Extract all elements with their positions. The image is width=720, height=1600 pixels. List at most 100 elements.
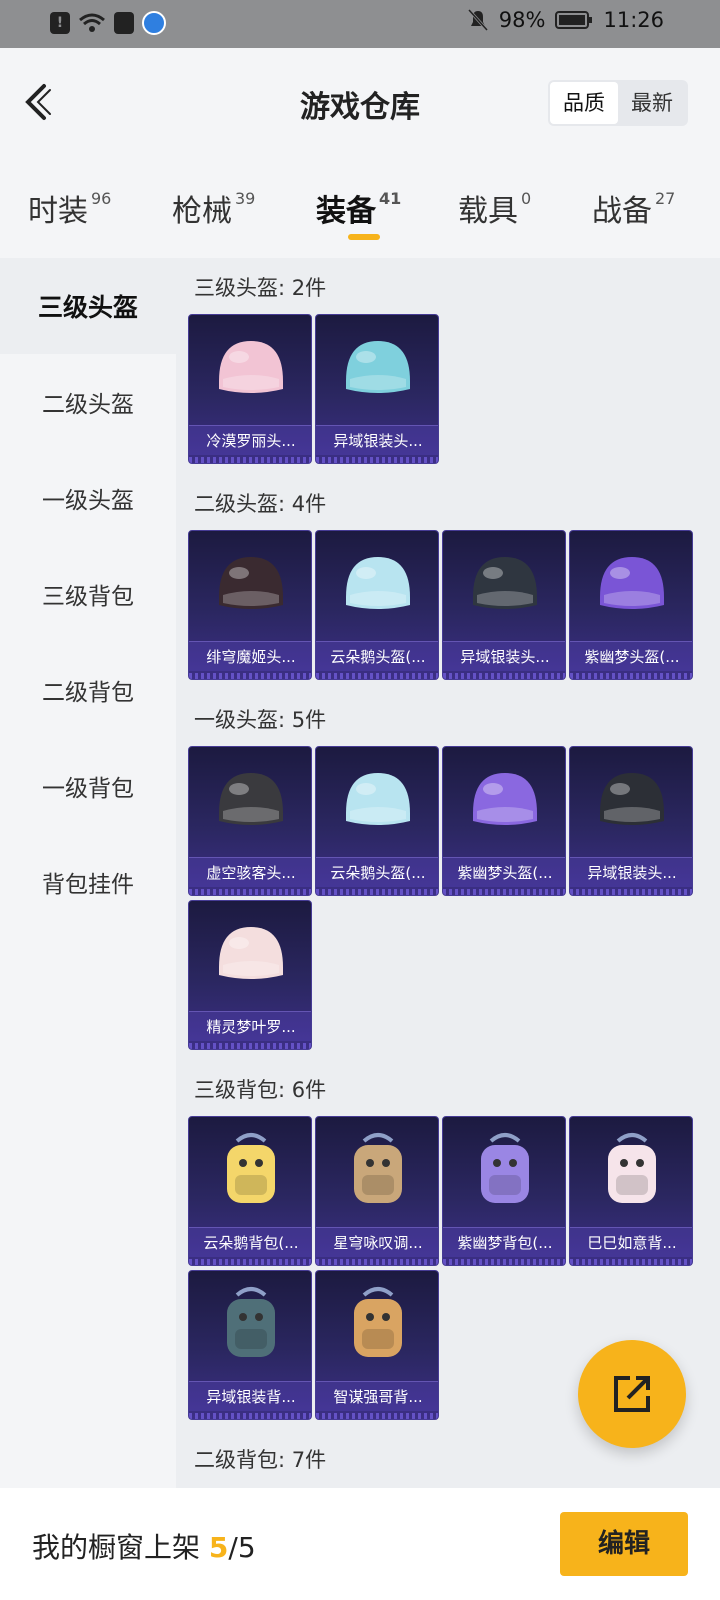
- helmet-icon: [473, 557, 537, 609]
- card-stripe: [189, 457, 311, 463]
- item-name: 绯穹魔姬头...: [189, 641, 311, 671]
- item-name: 精灵梦叶罗...: [189, 1011, 311, 1041]
- card-stripe: [316, 1259, 438, 1265]
- section-title: 二级背包: 7件: [194, 1448, 327, 1472]
- tab-label: 枪械: [172, 194, 232, 229]
- tab-label: 载具: [458, 194, 518, 229]
- card-stripe: [316, 457, 438, 463]
- section-title: 三级头盔: 2件: [194, 276, 327, 300]
- card-stripe: [443, 673, 565, 679]
- card-stripe: [189, 673, 311, 679]
- sort-newest-button[interactable]: 最新: [618, 82, 686, 124]
- mute-bell-icon: [467, 8, 488, 32]
- card-stripe: [316, 1413, 438, 1419]
- tab-guns[interactable]: 枪械 39: [172, 186, 255, 230]
- sort-quality-button[interactable]: 品质: [550, 82, 618, 124]
- item-card[interactable]: 异域银装背...: [188, 1270, 312, 1420]
- card-stripe: [189, 1043, 311, 1049]
- sidebar-item-backpack-charm[interactable]: 背包挂件: [0, 834, 176, 930]
- tab-supplies[interactable]: 战备 27: [592, 186, 675, 230]
- item-name: 云朵鹅头盔(...: [316, 857, 438, 887]
- item-card[interactable]: 冷漠罗丽头...: [188, 314, 312, 464]
- item-card[interactable]: 精灵梦叶罗...: [188, 900, 312, 1050]
- category-tabs: 时装 96 枪械 39 装备 41 载具 0 战备 27: [0, 158, 720, 258]
- tab-label: 时装: [28, 194, 88, 229]
- tab-count: 0: [521, 189, 532, 208]
- item-name: 虚空骇客头...: [189, 857, 311, 887]
- tab-count: 41: [379, 189, 402, 208]
- card-stripe: [570, 1259, 692, 1265]
- helmet-icon: [600, 773, 664, 825]
- backpack-icon: [481, 1133, 529, 1203]
- tab-equipment[interactable]: 装备 41: [316, 186, 401, 230]
- item-card[interactable]: 紫幽梦头盔(...: [442, 746, 566, 896]
- item-card[interactable]: 绯穹魔姬头...: [188, 530, 312, 680]
- card-stripe: [316, 889, 438, 895]
- sidebar-item-level1-helmet[interactable]: 一级头盔: [0, 450, 176, 546]
- active-tab-indicator: [348, 234, 380, 240]
- tab-count: 27: [655, 189, 676, 208]
- backpack-icon: [354, 1133, 402, 1203]
- sidebar-item-level1-backpack[interactable]: 一级背包: [0, 738, 176, 834]
- card-stripe: [189, 1413, 311, 1419]
- item-name: 异域银装头...: [570, 857, 692, 887]
- tab-fashion[interactable]: 时装 96: [28, 186, 111, 230]
- battery-percent: 98%: [498, 8, 546, 32]
- message-icon: [114, 12, 134, 34]
- section-title: 一级头盔: 5件: [194, 708, 327, 732]
- item-card[interactable]: 异域银装头...: [442, 530, 566, 680]
- item-card[interactable]: 智谋强哥背...: [315, 1270, 439, 1420]
- item-name: 紫幽梦背包(...: [443, 1227, 565, 1257]
- item-card[interactable]: 异域银装头...: [569, 746, 693, 896]
- helmet-icon: [473, 773, 537, 825]
- section-title: 二级头盔: 4件: [194, 492, 327, 516]
- card-stripe: [570, 889, 692, 895]
- status-bar: ! 98% 11:26: [0, 0, 720, 48]
- sidebar-item-level2-backpack[interactable]: 二级背包: [0, 642, 176, 738]
- item-card[interactable]: 云朵鹅背包(...: [188, 1116, 312, 1266]
- helmet-icon: [219, 557, 283, 609]
- item-name: 智谋强哥背...: [316, 1381, 438, 1411]
- showcase-label: 我的橱窗上架: [32, 1531, 201, 1564]
- helmet-icon: [346, 557, 410, 609]
- item-card[interactable]: 虚空骇客头...: [188, 746, 312, 896]
- sidebar-item-level3-helmet[interactable]: 三级头盔: [0, 258, 176, 354]
- tab-label: 战备: [592, 194, 652, 229]
- bottom-bar: 我的橱窗上架 5/5 编辑: [0, 1488, 720, 1600]
- battery-icon: [555, 11, 593, 29]
- backpack-icon: [608, 1133, 656, 1203]
- item-card[interactable]: 云朵鹅头盔(...: [315, 746, 439, 896]
- share-icon: [614, 1376, 650, 1412]
- alert-icon: !: [50, 12, 70, 34]
- tab-count: 96: [91, 189, 112, 208]
- item-name: 异域银装头...: [443, 641, 565, 671]
- card-stripe: [443, 889, 565, 895]
- sidebar-item-level3-backpack[interactable]: 三级背包: [0, 546, 176, 642]
- helmet-icon: [346, 773, 410, 825]
- item-card[interactable]: 异域银装头...: [315, 314, 439, 464]
- item-card[interactable]: 星穹咏叹调...: [315, 1116, 439, 1266]
- sidebar-item-level2-helmet[interactable]: 二级头盔: [0, 354, 176, 450]
- tab-vehicles[interactable]: 载具 0: [458, 186, 531, 230]
- edit-button[interactable]: 编辑: [560, 1512, 688, 1576]
- item-card[interactable]: 紫幽梦背包(...: [442, 1116, 566, 1266]
- item-card[interactable]: 云朵鹅头盔(...: [315, 530, 439, 680]
- showcase-count: 5: [208, 1531, 229, 1564]
- header: 游戏仓库 品质 最新: [0, 48, 720, 158]
- showcase-total: /5: [228, 1531, 256, 1564]
- helmet-icon: [346, 341, 410, 393]
- card-stripe: [189, 889, 311, 895]
- item-name: 冷漠罗丽头...: [189, 425, 311, 455]
- item-card[interactable]: 紫幽梦头盔(...: [569, 530, 693, 680]
- helmet-icon: [600, 557, 664, 609]
- helmet-icon: [219, 927, 283, 979]
- sidebar: 三级头盔 二级头盔 一级头盔 三级背包 二级背包 一级背包 背包挂件: [0, 258, 176, 1488]
- item-name: 云朵鹅背包(...: [189, 1227, 311, 1257]
- backpack-icon: [227, 1133, 275, 1203]
- item-name: 紫幽梦头盔(...: [570, 641, 692, 671]
- share-button[interactable]: [578, 1340, 686, 1448]
- item-grid: 三级头盔: 2件 冷漠罗丽头... 异域银装头... 二级头盔: 4件 绯穹魔姬头...…: [176, 258, 720, 1488]
- card-stripe: [443, 1259, 565, 1265]
- tab-count: 39: [235, 189, 256, 208]
- item-card[interactable]: 巳巳如意背...: [569, 1116, 693, 1266]
